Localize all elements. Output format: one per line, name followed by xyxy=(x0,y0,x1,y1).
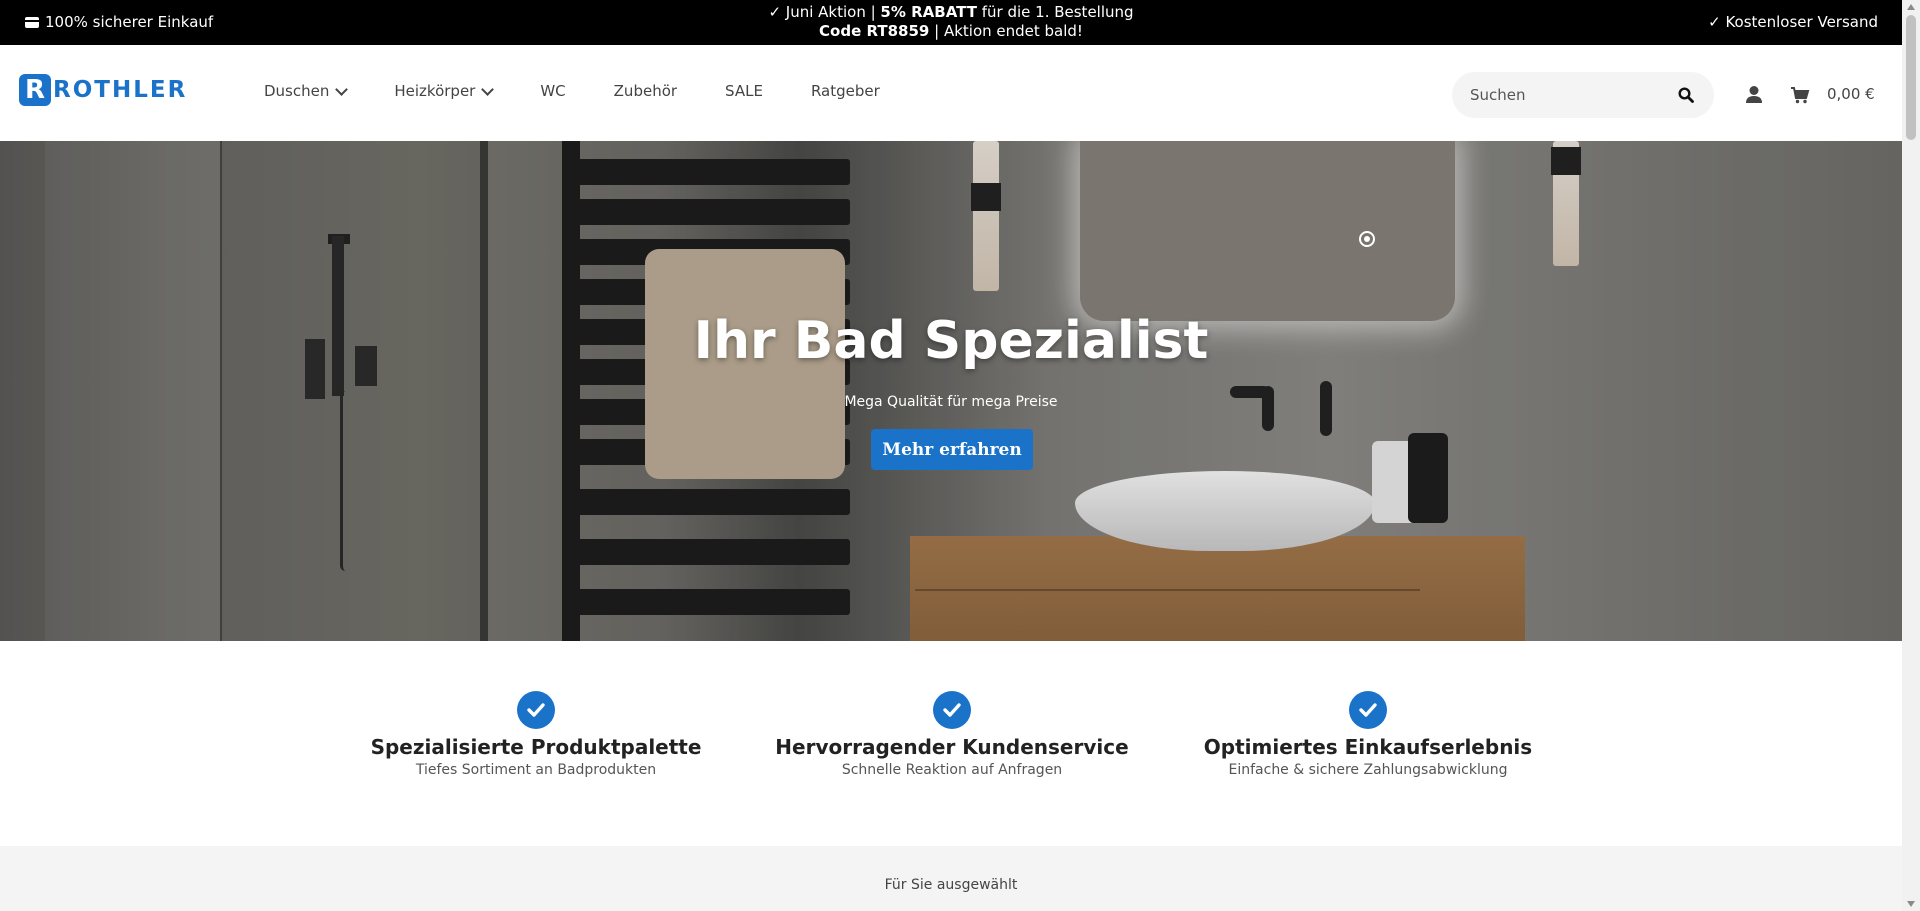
promo-line-2: Code RT8859 | Aktion endet bald! xyxy=(0,22,1902,41)
cart-total[interactable]: 0,00 € xyxy=(1827,85,1875,103)
search-icon[interactable] xyxy=(1678,87,1694,103)
nav-item-zubehoer[interactable]: Zubehör xyxy=(614,82,677,100)
learn-more-button[interactable]: Mehr erfahren xyxy=(871,429,1033,470)
nav-item-sale[interactable]: SALE xyxy=(725,82,763,100)
nav-item-label: Duschen xyxy=(264,82,330,100)
search-box xyxy=(1452,72,1714,118)
cart-icon[interactable] xyxy=(1790,85,1810,105)
hero-overlay xyxy=(0,141,1902,641)
nav-item-duschen[interactable]: Duschen xyxy=(264,82,349,100)
check-circle-icon xyxy=(933,691,971,729)
nav-item-wc[interactable]: WC xyxy=(540,82,565,100)
scroll-up-icon[interactable] xyxy=(1907,4,1915,10)
usp-subtitle: Schnelle Reaktion auf Anfragen xyxy=(841,762,1063,778)
logo[interactable]: R ROTHLER xyxy=(19,74,187,106)
nav-item-heizkoerper[interactable]: Heizkörper xyxy=(394,82,495,100)
hero-banner: Ihr Bad Spezialist Mega Qualität für meg… xyxy=(0,141,1902,641)
nav-item-label: WC xyxy=(540,82,566,100)
hero-title: Ihr Bad Spezialist xyxy=(693,311,1209,371)
usp-title: Optimiertes Einkaufserlebnis xyxy=(1203,735,1533,759)
search-input[interactable] xyxy=(1468,85,1672,105)
usp-subtitle: Tiefes Sortiment an Badprodukten xyxy=(415,762,657,778)
page-scrollbar[interactable] xyxy=(1902,0,1920,911)
target-icon xyxy=(1359,231,1375,247)
promo-discount: 5% RABATT xyxy=(880,3,977,21)
chevron-down-icon xyxy=(481,82,495,96)
nav-item-label: Heizkörper xyxy=(394,82,476,100)
usp-item: Optimiertes Einkaufserlebnis Einfache & … xyxy=(1168,691,1568,778)
logo-text: ROTHLER xyxy=(53,77,188,103)
nav-item-ratgeber[interactable]: Ratgeber xyxy=(811,82,880,100)
promo-line-1-suffix: für die 1. Bestellung xyxy=(976,3,1134,21)
scroll-down-icon[interactable] xyxy=(1907,901,1915,907)
chevron-down-icon xyxy=(335,82,349,96)
usp-section: Spezialisierte Produktpalette Tiefes Sor… xyxy=(0,641,1902,846)
main-nav: Duschen Heizkörper WC Zubehör SALE Ratge… xyxy=(264,82,928,100)
check-circle-icon xyxy=(1349,691,1387,729)
recommended-heading: Für Sie ausgewählt xyxy=(884,877,1018,893)
logo-mark: R xyxy=(19,74,51,106)
nav-item-label: Ratgeber xyxy=(810,82,880,100)
free-shipping-note: ✓ Kostenloser Versand xyxy=(1708,13,1878,31)
usp-item: Hervorragender Kundenservice Schnelle Re… xyxy=(752,691,1152,778)
usp-title: Hervorragender Kundenservice xyxy=(775,735,1129,759)
hero-subtitle: Mega Qualität für mega Preise xyxy=(844,394,1058,410)
nav-item-label: Zubehör xyxy=(613,82,678,100)
scrollbar-thumb[interactable] xyxy=(1906,15,1916,140)
promo-code: Code RT8859 xyxy=(819,22,930,40)
usp-subtitle: Einfache & sichere Zahlungsabwicklung xyxy=(1228,762,1508,778)
promo-line-1: ✓ Juni Aktion | 5% RABATT für die 1. Bes… xyxy=(0,3,1902,22)
promo-message: ✓ Juni Aktion | 5% RABATT für die 1. Bes… xyxy=(0,3,1902,41)
promo-line-1-prefix: ✓ Juni Aktion | xyxy=(768,3,881,21)
promo-line-2-suffix: | Aktion endet bald! xyxy=(929,22,1083,40)
nav-item-label: SALE xyxy=(725,82,763,100)
usp-item: Spezialisierte Produktpalette Tiefes Sor… xyxy=(336,691,736,778)
promo-bar: 100% sicherer Einkauf ✓ Juni Aktion | 5%… xyxy=(0,0,1902,45)
recommended-section: Für Sie ausgewählt xyxy=(0,846,1902,911)
site-header: R ROTHLER Duschen Heizkörper WC Zubehör … xyxy=(0,45,1902,141)
usp-title: Spezialisierte Produktpalette xyxy=(370,735,702,759)
user-icon[interactable] xyxy=(1745,85,1763,105)
check-circle-icon xyxy=(517,691,555,729)
